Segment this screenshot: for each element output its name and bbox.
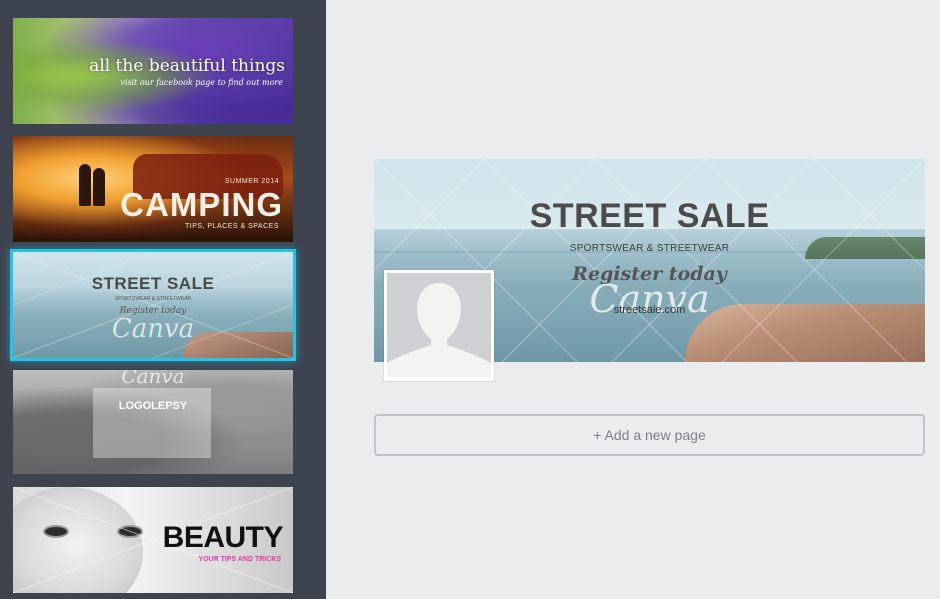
thumbnail-kicker: SUMMER 2014 (224, 178, 279, 185)
thumbnail-subtitle: SPORTSWEAR & STREETWEAR (114, 296, 192, 302)
cover-subtitle: SPORTSWEAR & STREETWEAR (569, 243, 730, 254)
thumbnail-title: BEAUTY (162, 521, 284, 554)
canva-watermark: Canva (121, 370, 185, 388)
profile-picture-placeholder[interactable] (384, 270, 494, 381)
avatar (387, 273, 491, 377)
thumbnail-title: STREET SALE (91, 274, 215, 293)
thumbnail-title: CAMPING (120, 186, 283, 223)
text-panel (93, 388, 211, 458)
template-thumbnail-camping[interactable]: SUMMER 2014 CAMPING TIPS, PLACES & SPACE… (13, 136, 293, 242)
person-silhouette-icon (387, 283, 491, 377)
template-thumbnail-street-sale[interactable]: STREET SALE SPORTSWEAR & STREETWEAR Regi… (13, 252, 293, 358)
thumbnail-subtitle: TIPS, PLACES & SPACES (184, 223, 279, 230)
thumbnail-title: all the beautiful things (89, 56, 285, 76)
thumbnail-title: LOGOLEPSY (118, 400, 188, 412)
person-silhouette (79, 164, 91, 206)
thumbnail-subtitle: YOUR TIPS AND TRICKS (198, 556, 281, 563)
add-new-page-button[interactable]: + Add a new page (374, 414, 925, 456)
person-silhouette (93, 168, 105, 206)
template-sidebar: all the beautiful things visit our faceb… (0, 0, 326, 599)
template-thumbnail-beauty[interactable]: BEAUTY YOUR TIPS AND TRICKS (13, 487, 293, 593)
cover-title: STREET SALE (529, 197, 770, 235)
template-thumbnail-beautiful-things[interactable]: all the beautiful things visit our faceb… (13, 18, 293, 124)
canva-watermark: Canva (111, 314, 195, 344)
template-thumbnail-logolepsy[interactable]: Canva LOGOLEPSY (13, 370, 293, 474)
thumbnail-subtitle: visit our facebook page to find out more (120, 78, 283, 87)
